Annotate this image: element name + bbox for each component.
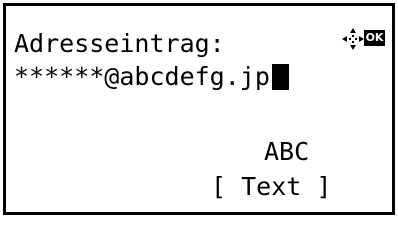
lcd-screen: Adresseintrag: OK ******@abcdefg.jp ABC … — [3, 3, 395, 215]
four-way-arrow-icon — [342, 28, 364, 50]
screen-title: Adresseintrag: — [14, 29, 225, 58]
address-entry-field[interactable]: ******@abcdefg.jp — [14, 62, 289, 92]
address-entry-value: ******@abcdefg.jp — [14, 62, 270, 91]
text-softkey[interactable]: [ Text ] — [211, 172, 331, 202]
ok-key-icon: OK — [364, 30, 385, 46]
input-mode-indicator: ABC — [264, 137, 310, 166]
text-cursor — [271, 64, 289, 90]
